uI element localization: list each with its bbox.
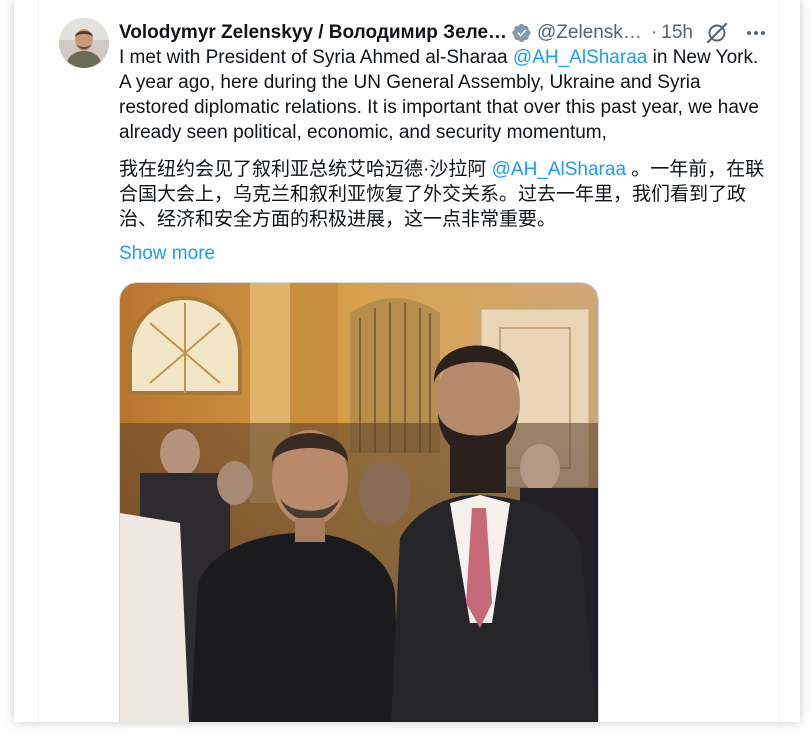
separator-dot: ·: [650, 22, 658, 43]
more-options-icon[interactable]: [743, 20, 769, 46]
text-en-before: I met with President of Syria Ahmed al-S…: [119, 47, 513, 68]
avatar-image: [59, 18, 109, 68]
tweet[interactable]: Volodymyr Zelenskyy / Володимир Зелен...…: [38, 0, 780, 722]
verified-badge-icon[interactable]: [512, 23, 532, 43]
mention-link[interactable]: @AH_AlSharaa: [492, 159, 626, 180]
tweet-text: I met with President of Syria Ahmed al-S…: [119, 45, 769, 232]
screenshot-frame: Volodymyr Zelenskyy / Володимир Зелен...…: [14, 0, 800, 722]
text-zh-before: 我在纽约会见了叙利亚总统艾哈迈德·沙拉阿: [119, 159, 492, 180]
mention-link[interactable]: @AH_AlSharaa: [513, 47, 647, 68]
grok-icon[interactable]: [705, 21, 729, 45]
show-more-link[interactable]: Show more: [119, 241, 215, 266]
tweet-photo[interactable]: [119, 282, 599, 722]
avatar[interactable]: [59, 18, 109, 68]
tweet-header: Volodymyr Zelenskyy / Володимир Зелен...…: [119, 20, 769, 46]
tweet-text-chinese: 我在纽约会见了叙利亚总统艾哈迈德·沙拉阿 @AH_AlSharaa 。一年前，在…: [119, 157, 769, 232]
tweet-text-english: I met with President of Syria Ahmed al-S…: [119, 45, 769, 145]
author-name[interactable]: Volodymyr Zelenskyy / Володимир Зелен...: [119, 21, 509, 45]
photo-image: [120, 283, 598, 722]
author-handle[interactable]: @Zelensky...: [537, 21, 645, 45]
post-time[interactable]: 15h: [661, 21, 693, 45]
